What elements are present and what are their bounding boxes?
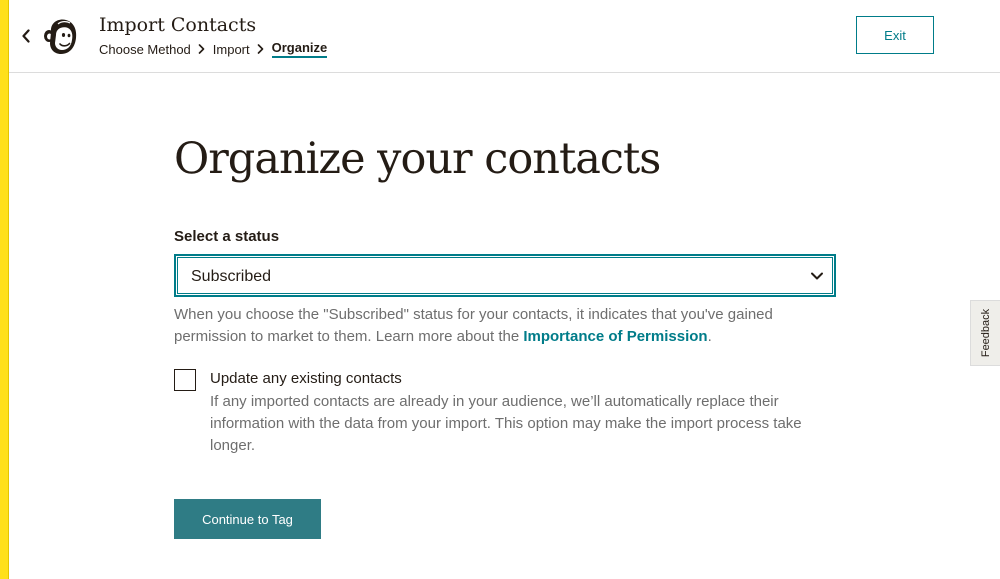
status-label: Select a status [174, 228, 280, 245]
breadcrumb: Choose Method Import Organize [99, 40, 328, 58]
continue-to-tag-button[interactable]: Continue to Tag [174, 499, 321, 539]
back-button[interactable] [15, 24, 37, 48]
feedback-label: Feedback [979, 308, 992, 358]
brand-stripe [0, 0, 8, 579]
app-header: Import Contacts Choose Method Import Org… [9, 0, 1000, 73]
update-existing-description: If any imported contacts are already in … [210, 393, 802, 454]
exit-button[interactable]: Exit [856, 16, 934, 54]
brand-stripe-edge [8, 0, 9, 579]
chevron-right-icon [252, 43, 270, 55]
breadcrumb-import[interactable]: Import [213, 42, 250, 57]
page-title: Organize your contacts [174, 134, 661, 184]
status-select[interactable]: Subscribed [174, 254, 836, 297]
update-existing-checkbox[interactable] [174, 369, 196, 391]
chevron-left-icon [22, 29, 30, 43]
breadcrumb-choose-method[interactable]: Choose Method [99, 42, 191, 57]
importance-of-permission-link[interactable]: Importance of Permission [523, 328, 707, 345]
status-helper-end: . [707, 328, 712, 345]
chevron-right-icon [193, 43, 211, 55]
chevron-down-icon [811, 272, 823, 280]
status-selected-value: Subscribed [191, 268, 272, 285]
mailchimp-logo-icon [44, 19, 77, 54]
feedback-tab[interactable]: Feedback [970, 300, 1000, 366]
update-existing-label: Update any existing contacts [210, 370, 402, 387]
header-title: Import Contacts [99, 14, 257, 36]
status-helper-text: When you choose the "Subscribed" status … [174, 304, 814, 348]
breadcrumb-organize: Organize [271, 40, 328, 58]
